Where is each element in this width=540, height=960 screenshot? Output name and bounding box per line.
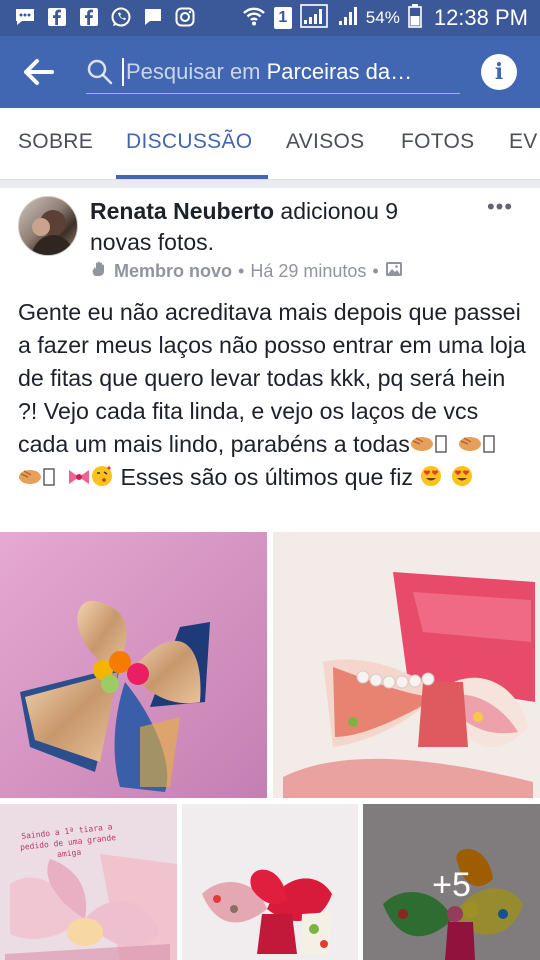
info-icon: i xyxy=(494,59,504,85)
missing-glyph-icon xyxy=(482,431,506,453)
post-message: Gente eu não acreditava mais depois que … xyxy=(18,296,528,494)
post-time[interactable]: Há 29 minutos xyxy=(250,261,366,282)
post-header: Renata Neuberto adicionou 9 novas fotos. xyxy=(90,196,460,258)
search-placeholder: Pesquisar em Parceiras da… xyxy=(126,59,412,85)
kiss-face-emoji-icon xyxy=(90,464,114,486)
battery-percent: 54% xyxy=(365,8,400,27)
search-group-name: Parceiras da… xyxy=(266,58,413,84)
tab-fotos[interactable]: FOTOS xyxy=(401,130,474,154)
back-button[interactable] xyxy=(22,56,58,88)
more-photos-overlay[interactable]: +5 xyxy=(363,804,540,960)
message-icon xyxy=(142,6,164,28)
whatsapp-icon xyxy=(110,6,132,28)
facebook-icon xyxy=(78,6,100,28)
clap-hands-emoji-icon xyxy=(458,431,482,453)
status-bar: 1 54% 12:38 PM xyxy=(0,0,540,36)
meta-separator: • xyxy=(372,261,379,281)
text-cursor xyxy=(122,57,124,86)
post-photo[interactable] xyxy=(273,532,540,798)
signal-icon xyxy=(336,5,358,32)
member-badge: Membro novo xyxy=(114,261,233,281)
meta-separator: • xyxy=(238,261,245,281)
tab-sobre[interactable]: SOBRE xyxy=(18,130,93,154)
chat-bubble-icon xyxy=(14,6,36,28)
clap-hands-emoji-icon xyxy=(410,431,434,453)
tab-eventos[interactable]: EV xyxy=(509,130,538,154)
post-photo[interactable]: Saindo a 1ª tiara a pedido de uma grande… xyxy=(0,804,177,960)
heart-eyes-emoji-icon xyxy=(450,464,474,486)
ribbon-emoji-icon xyxy=(66,464,90,486)
post-photo[interactable]: +5 xyxy=(363,804,540,960)
photos-privacy-icon xyxy=(385,260,403,283)
battery-icon xyxy=(408,3,422,33)
heart-eyes-emoji-icon xyxy=(419,464,443,486)
app-header: Pesquisar em Parceiras da… i xyxy=(0,36,540,108)
post-meta: Membro novo • Há 29 minutos • xyxy=(90,260,403,283)
post-photo[interactable] xyxy=(0,532,267,798)
system-indicators: 1 54% 12:38 PM xyxy=(242,3,528,33)
active-tab-indicator xyxy=(116,175,268,179)
avatar[interactable] xyxy=(18,196,78,256)
instagram-icon xyxy=(174,6,196,28)
notification-icons xyxy=(14,6,196,28)
more-options-button[interactable]: ••• xyxy=(485,194,515,224)
wave-hand-icon xyxy=(90,260,108,283)
search-icon xyxy=(86,58,114,86)
signal-icon xyxy=(299,3,328,33)
group-tabs: SOBRE DISCUSSÃO AVISOS FOTOS EV xyxy=(0,108,540,180)
tab-avisos[interactable]: AVISOS xyxy=(286,130,364,154)
tab-discussao[interactable]: DISCUSSÃO xyxy=(126,130,252,154)
clock: 12:38 PM xyxy=(433,5,528,30)
facebook-icon xyxy=(46,6,68,28)
post-text-part2: Esses são os últimos que fiz xyxy=(114,464,420,490)
wifi-icon xyxy=(242,5,266,32)
search-input[interactable]: Pesquisar em Parceiras da… xyxy=(86,50,460,94)
clap-hands-emoji-icon xyxy=(18,464,42,486)
info-button[interactable]: i xyxy=(481,54,517,90)
search-prefix: Pesquisar em xyxy=(126,58,267,84)
sim1-icon: 1 xyxy=(273,7,292,29)
post-photo[interactable] xyxy=(182,804,358,960)
missing-glyph-icon xyxy=(42,464,66,486)
author-name[interactable]: Renata Neuberto xyxy=(90,198,274,224)
missing-glyph-icon xyxy=(434,431,458,453)
more-photos-count: +5 xyxy=(432,866,471,904)
arrow-left-icon xyxy=(24,59,54,85)
